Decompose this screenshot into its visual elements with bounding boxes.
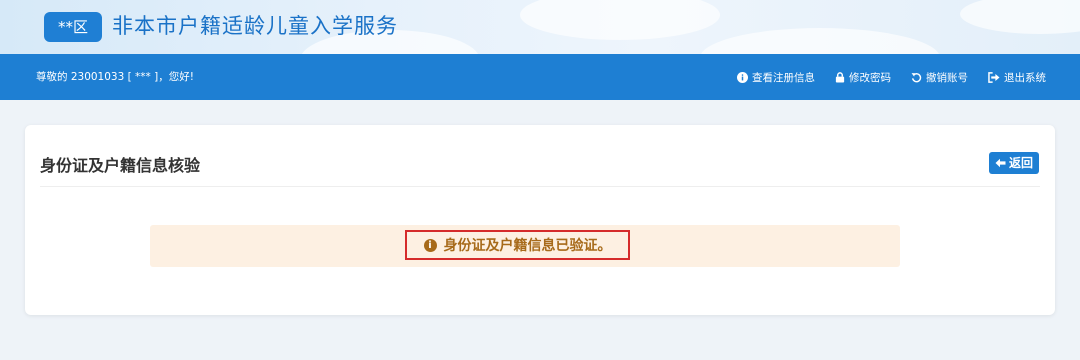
logout-label: 退出系统: [1004, 71, 1046, 84]
user-greeting: 尊敬的 23001033 [ *** ]，您好!: [36, 71, 194, 83]
change-password-link[interactable]: 修改密码: [835, 70, 891, 85]
info-circle-icon: [737, 71, 748, 83]
divider: [40, 186, 1040, 187]
lock-icon: [835, 71, 845, 83]
status-alert: i 身份证及户籍信息已验证。: [150, 225, 900, 267]
view-registration-label: 查看注册信息: [752, 71, 815, 84]
highlight-box: i 身份证及户籍信息已验证。: [405, 230, 630, 260]
logout-link[interactable]: 退出系统: [988, 70, 1046, 85]
info-circle-icon: i: [423, 238, 437, 252]
top-navbar: 尊敬的 23001033 [ *** ]，您好! 查看注册信息 修改密码 撤销账…: [0, 54, 1080, 100]
cancel-account-link[interactable]: 撤销账号: [911, 70, 968, 85]
undo-icon: [911, 72, 922, 82]
site-header: **区 非本市户籍适龄儿童入学服务: [0, 0, 1080, 54]
verification-card: 身份证及户籍信息核验 返回 i 身份证及户籍信息已验证。: [25, 125, 1055, 315]
status-message: 身份证及户籍信息已验证。: [443, 238, 612, 254]
cloud-decoration: [700, 28, 940, 54]
view-registration-link[interactable]: 查看注册信息: [737, 70, 815, 85]
change-password-label: 修改密码: [849, 71, 891, 84]
back-button[interactable]: 返回: [988, 152, 1039, 174]
page-title: 身份证及户籍信息核验: [40, 156, 201, 175]
district-badge: **区: [44, 12, 102, 42]
cloud-decoration: [960, 0, 1080, 34]
sign-out-icon: [988, 71, 1000, 83]
back-button-label: 返回: [1008, 156, 1033, 170]
cancel-account-label: 撤销账号: [926, 71, 968, 84]
site-title: 非本市户籍适龄儿童入学服务: [112, 14, 398, 38]
cloud-decoration: [520, 0, 720, 40]
user-actions: 查看注册信息 修改密码 撤销账号 退出系统: [737, 54, 1046, 100]
arrow-left-icon: [995, 158, 1006, 168]
